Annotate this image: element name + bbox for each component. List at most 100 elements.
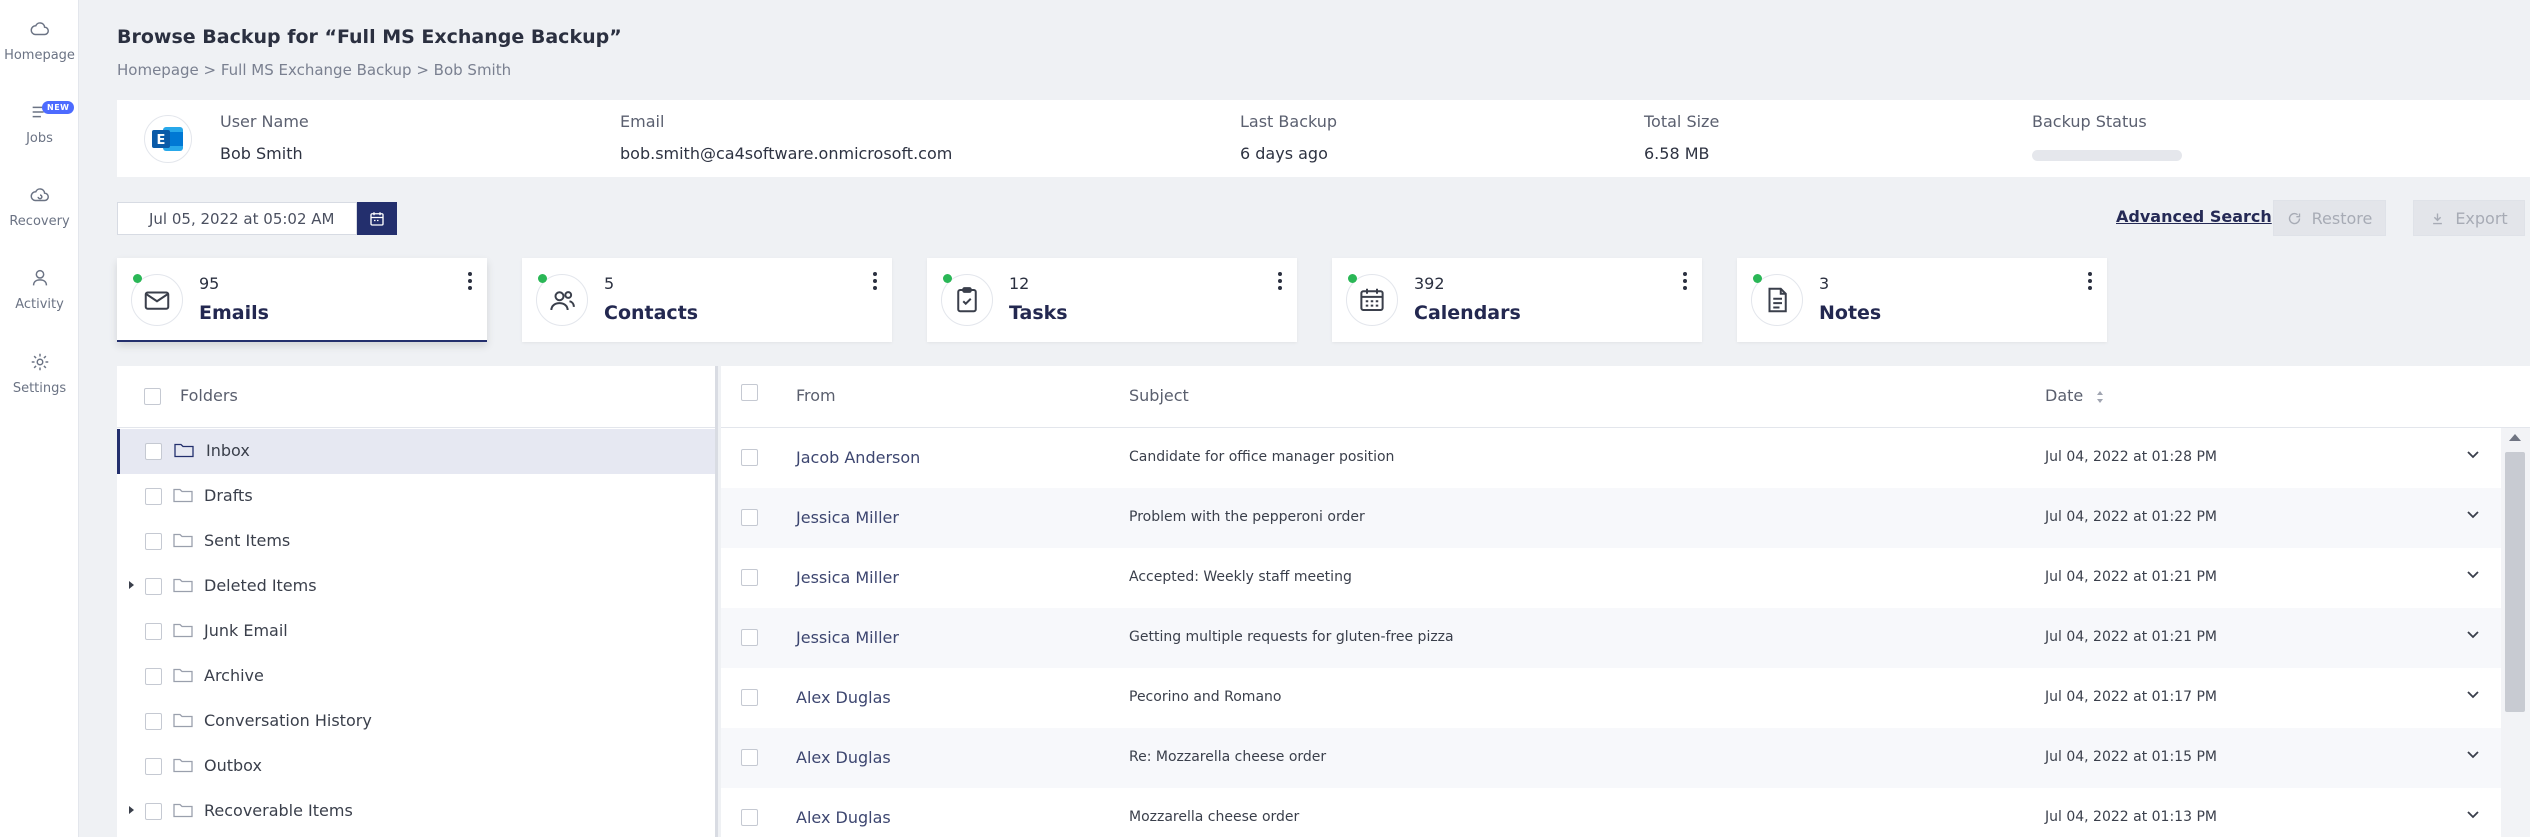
email-value: bob.smith@ca4software.onmicrosoft.com bbox=[620, 144, 953, 163]
backup-date-picker[interactable]: Jul 05, 2022 at 05:02 AM bbox=[117, 202, 357, 235]
nav-recovery[interactable]: Recovery bbox=[0, 184, 79, 254]
mail-row[interactable]: Alex Duglas Mozzarella cheese order Jul … bbox=[721, 788, 2501, 837]
folder-sent-items[interactable]: Sent Items bbox=[117, 519, 715, 564]
folder-inbox[interactable]: Inbox bbox=[117, 429, 715, 474]
category-tasks[interactable]: 12 Tasks bbox=[927, 258, 1297, 342]
scroll-thumb[interactable] bbox=[2505, 452, 2525, 712]
category-name: Calendars bbox=[1414, 302, 1521, 324]
folder-label: Drafts bbox=[204, 486, 253, 505]
kebab-menu-icon[interactable] bbox=[465, 270, 475, 292]
nav-homepage-label: Homepage bbox=[4, 48, 75, 63]
chevron-down-icon[interactable] bbox=[2465, 566, 2481, 582]
category-emails[interactable]: 95 Emails bbox=[117, 258, 487, 342]
kebab-menu-icon[interactable] bbox=[1275, 270, 1285, 292]
chevron-down-icon[interactable] bbox=[2465, 686, 2481, 702]
mail-date: Jul 04, 2022 at 01:15 PM bbox=[2045, 749, 2217, 765]
chevron-down-icon[interactable] bbox=[2465, 746, 2481, 762]
folder-checkbox[interactable] bbox=[145, 758, 162, 775]
nav-activity[interactable]: Activity bbox=[0, 267, 79, 337]
status-dot bbox=[538, 274, 547, 283]
folder-recoverable-items[interactable]: Recoverable Items bbox=[117, 789, 715, 834]
export-button[interactable]: Export bbox=[2413, 200, 2525, 236]
mail-checkbox[interactable] bbox=[741, 749, 758, 766]
folder-label: Outbox bbox=[204, 756, 262, 775]
folder-checkbox[interactable] bbox=[145, 713, 162, 730]
mail-checkbox[interactable] bbox=[741, 509, 758, 526]
kebab-menu-icon[interactable] bbox=[870, 270, 880, 292]
category-notes[interactable]: 3 Notes bbox=[1737, 258, 2107, 342]
folder-icon bbox=[173, 667, 193, 683]
advanced-search-link[interactable]: Advanced Search bbox=[2116, 207, 2272, 226]
breadcrumb[interactable]: Homepage > Full MS Exchange Backup > Bob… bbox=[117, 61, 511, 79]
folder-icon bbox=[173, 532, 193, 548]
mail-list-scrollbar[interactable] bbox=[2501, 428, 2530, 837]
cloud-recovery-icon bbox=[30, 188, 49, 202]
mail-row[interactable]: Jessica Miller Problem with the pepperon… bbox=[721, 488, 2501, 548]
mail-checkbox[interactable] bbox=[741, 689, 758, 706]
scroll-up-icon[interactable] bbox=[2509, 434, 2521, 441]
category-contacts[interactable]: 5 Contacts bbox=[522, 258, 892, 342]
folder-label: Conversation History bbox=[204, 711, 372, 730]
chevron-down-icon[interactable] bbox=[2465, 806, 2481, 822]
folder-deleted-items[interactable]: Deleted Items bbox=[117, 564, 715, 609]
kebab-menu-icon[interactable] bbox=[2085, 270, 2095, 292]
restore-button[interactable]: Restore bbox=[2273, 200, 2386, 236]
nav-recovery-label: Recovery bbox=[9, 214, 70, 229]
select-all-folders-checkbox[interactable] bbox=[144, 388, 161, 405]
nav-homepage[interactable]: Homepage bbox=[0, 18, 79, 88]
nav-settings[interactable]: Settings bbox=[0, 351, 79, 421]
mail-subject: Re: Mozzarella cheese order bbox=[1129, 749, 1327, 765]
mail-row[interactable]: Jacob Anderson Candidate for office mana… bbox=[721, 428, 2501, 488]
column-from[interactable]: From bbox=[796, 386, 836, 405]
mail-row[interactable]: Jessica Miller Accepted: Weekly staff me… bbox=[721, 548, 2501, 608]
mail-checkbox[interactable] bbox=[741, 809, 758, 826]
folder-icon bbox=[174, 442, 194, 458]
mail-from: Alex Duglas bbox=[796, 688, 891, 707]
folder-checkbox[interactable] bbox=[145, 488, 162, 505]
mail-subject: Pecorino and Romano bbox=[1129, 689, 1282, 705]
page-title: Browse Backup for “Full MS Exchange Back… bbox=[117, 26, 622, 48]
chevron-down-icon[interactable] bbox=[2465, 506, 2481, 522]
mail-date: Jul 04, 2022 at 01:22 PM bbox=[2045, 509, 2217, 525]
mail-row[interactable]: Alex Duglas Pecorino and Romano Jul 04, … bbox=[721, 668, 2501, 728]
column-subject[interactable]: Subject bbox=[1129, 386, 1189, 405]
expand-caret-icon[interactable] bbox=[129, 806, 134, 814]
user-info-card: E User Name Bob Smith Email bob.smith@ca… bbox=[117, 100, 2530, 177]
folder-label: Sent Items bbox=[204, 531, 291, 550]
folder-junk-email[interactable]: Junk Email bbox=[117, 609, 715, 654]
folder-checkbox[interactable] bbox=[145, 668, 162, 685]
folder-outbox[interactable]: Outbox bbox=[117, 744, 715, 789]
folder-checkbox[interactable] bbox=[145, 533, 162, 550]
restore-label: Restore bbox=[2311, 208, 2373, 228]
folder-archive[interactable]: Archive bbox=[117, 654, 715, 699]
sort-icon[interactable] bbox=[2096, 390, 2104, 404]
total-size-col: Total Size 6.58 MB bbox=[1644, 112, 1719, 163]
nav-settings-label: Settings bbox=[12, 381, 67, 396]
svg-text:E: E bbox=[157, 133, 166, 148]
mail-checkbox[interactable] bbox=[741, 629, 758, 646]
status-dot bbox=[1348, 274, 1357, 283]
chevron-down-icon[interactable] bbox=[2465, 626, 2481, 642]
select-all-mail-checkbox[interactable] bbox=[741, 384, 758, 401]
mail-checkbox[interactable] bbox=[741, 569, 758, 586]
folder-checkbox[interactable] bbox=[145, 578, 162, 595]
category-calendars[interactable]: 392 Calendars bbox=[1332, 258, 1702, 342]
nav-activity-label: Activity bbox=[15, 297, 64, 312]
kebab-menu-icon[interactable] bbox=[1680, 270, 1690, 292]
folder-conversation-history[interactable]: Conversation History bbox=[117, 699, 715, 744]
email-label: Email bbox=[620, 112, 665, 131]
mail-row[interactable]: Jessica Miller Getting multiple requests… bbox=[721, 608, 2501, 668]
mail-row[interactable]: Alex Duglas Re: Mozzarella cheese order … bbox=[721, 728, 2501, 788]
chevron-down-icon[interactable] bbox=[2465, 446, 2481, 462]
nav-jobs[interactable]: NEW Jobs bbox=[0, 101, 79, 171]
folder-drafts[interactable]: Drafts bbox=[117, 474, 715, 519]
mail-checkbox[interactable] bbox=[741, 449, 758, 466]
expand-caret-icon[interactable] bbox=[129, 581, 134, 589]
status-dot bbox=[1753, 274, 1762, 283]
column-date[interactable]: Date bbox=[2045, 386, 2104, 405]
folder-checkbox[interactable] bbox=[145, 803, 162, 820]
folder-checkbox[interactable] bbox=[145, 443, 162, 460]
folder-checkbox[interactable] bbox=[145, 623, 162, 640]
calendar-button[interactable] bbox=[357, 202, 397, 235]
category-count: 3 bbox=[1819, 274, 1830, 293]
